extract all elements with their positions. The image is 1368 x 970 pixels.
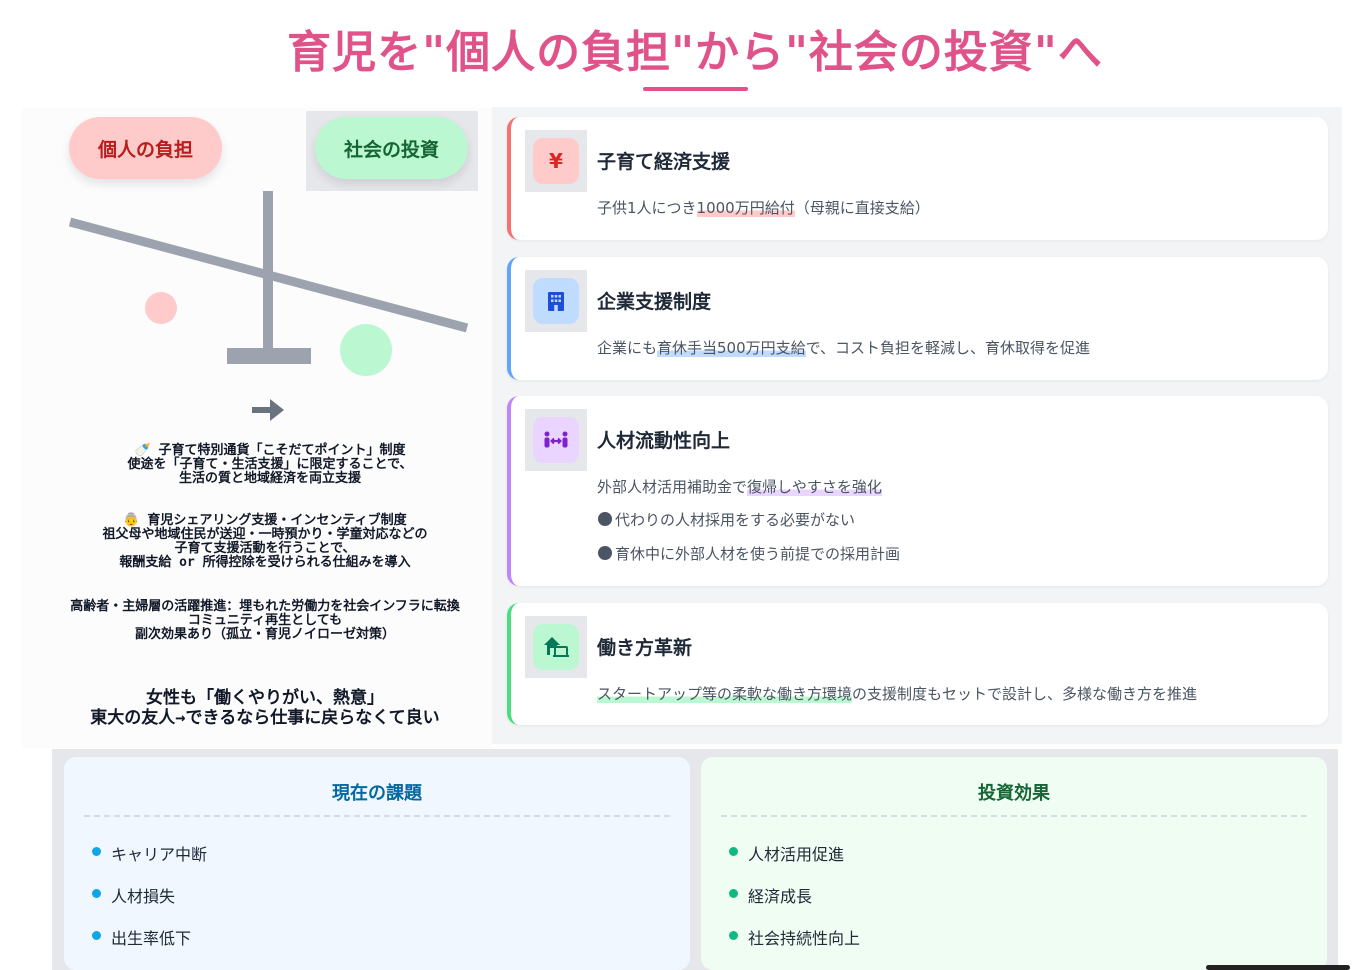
icon-frame	[525, 616, 587, 678]
note-line: 🍼 子育て特別通貨「こそだてポイント」制度	[134, 443, 406, 458]
personal-weight-circle	[145, 292, 177, 324]
note-line: 生活の質と地域経済を両立支援	[178, 471, 361, 486]
desc-text: （母親に直接支給）	[794, 199, 930, 217]
note-line: コミュニティ再生としても	[187, 613, 343, 628]
note-line: 報酬支給 or 所得控除を受けられる仕組みを導入	[119, 555, 411, 570]
card-description: 子供1人につき1000万円給付（母親に直接支給）	[597, 197, 930, 218]
list-item: 人材活用促進	[729, 841, 860, 883]
home-work-icon	[533, 624, 579, 670]
desc-highlight: スタートアップ等の柔軟な働き方環境	[597, 685, 853, 703]
desc-highlight: 育休手当500万円支給	[657, 339, 806, 357]
list-item-label: 経済成長	[748, 887, 813, 906]
card-title: 企業支援制度	[597, 291, 712, 313]
balance-scale-illustration	[68, 191, 469, 376]
yen-icon: ¥	[533, 138, 579, 184]
note-line: 東大の友人→できるなら仕事に戻らなくて良い	[90, 708, 440, 728]
investment-effects-box: 投資効果 人材活用促進 経済成長 社会持続性向上	[701, 757, 1327, 970]
social-investment-pill: 社会の投資	[315, 117, 468, 179]
page-title: 育児を"個人の負担"から"社会の投資"へ	[287, 27, 1103, 78]
effects-title: 投資効果	[978, 783, 1050, 804]
bullet-dot-icon	[729, 847, 738, 856]
icon-frame: ¥	[525, 130, 587, 192]
social-weight-circle	[340, 324, 392, 376]
note-childcare-currency: 🍼 子育て特別通貨「こそだてポイント」制度 使途を「子育て・生活支援」に限定する…	[60, 444, 480, 486]
scale-base	[227, 348, 311, 364]
note-line: 使途を「子育て・生活支援」に限定することで、	[127, 457, 413, 472]
building-icon	[533, 278, 579, 324]
note-line: 祖父母や地域住民が送迎・一時預かり・学童対応などの	[102, 527, 428, 542]
list-item-label: 出生率低下	[111, 929, 192, 948]
list-item: 社会持続性向上	[729, 925, 860, 967]
list-item: キャリア中断	[92, 841, 207, 883]
measure-card-work-style: 働き方革新 スタートアップ等の柔軟な働き方環境の支援制度もセットで設計し、多様な…	[507, 603, 1328, 725]
measure-card-economic-support: ¥ 子育て経済支援 子供1人につき1000万円給付（母親に直接支給）	[507, 117, 1328, 240]
list-item-label: 人材損失	[111, 887, 176, 906]
desc-highlight: 1000万円給付	[696, 199, 795, 217]
divider	[721, 815, 1307, 817]
issues-title: 現在の課題	[332, 783, 422, 804]
arrow-right-icon	[252, 399, 284, 421]
note-line: 👵 育児シェアリング支援・インセンティブ制度	[123, 513, 407, 528]
bullet-dot-icon	[598, 546, 612, 560]
bullet-dot-icon	[598, 512, 612, 526]
measure-card-corporate-support: 企業支援制度 企業にも育休手当500万円支給で、コスト負担を軽減し、育休取得を促…	[507, 257, 1328, 380]
people-arrows-icon	[533, 417, 579, 463]
card-bullet: 育休中に外部人材を使う前提での採用計画	[597, 543, 900, 564]
bullet-dot-icon	[92, 931, 101, 940]
bullet-dot-icon	[92, 889, 101, 898]
desc-text: で、コスト負担を軽減し、育休取得を促進	[805, 339, 1091, 357]
bullet-dot-icon	[729, 931, 738, 940]
card-description: 外部人材活用補助金で復帰しやすさを強化	[597, 476, 882, 497]
desc-text: の支援制度もセットで設計し、多様な働き方を推進	[852, 685, 1198, 703]
list-item: 出生率低下	[92, 925, 207, 967]
bullet-text: 育休中に外部人材を使う前提での採用計画	[615, 545, 901, 563]
list-item-label: 人材活用促進	[748, 845, 845, 864]
desc-text: 企業にも	[597, 339, 658, 357]
note-line: 女性も「働くやりがい、熱意」	[146, 688, 384, 708]
current-issues-box: 現在の課題 キャリア中断 人材損失 出生率低下	[64, 757, 690, 970]
horizontal-scrollbar[interactable]	[1206, 965, 1350, 970]
card-bullet: 代わりの人材採用をする必要がない	[597, 509, 855, 530]
desc-text: 子供1人につき	[597, 199, 697, 217]
card-description: 企業にも育休手当500万円支給で、コスト負担を軽減し、育休取得を促進	[597, 337, 1090, 358]
note-line: 高齢者・主婦層の活躍推進：埋もれた労働力を社会インフラに転換	[70, 599, 460, 614]
personal-burden-pill: 個人の負担	[69, 117, 222, 179]
card-title: 働き方革新	[597, 637, 693, 659]
note-elderly-homemakers: 高齢者・主婦層の活躍推進：埋もれた労働力を社会インフラに転換 コミュニティ再生と…	[30, 600, 500, 642]
note-women-motivation: 女性も「働くやりがい、熱意」 東大の友人→できるなら仕事に戻らなくて良い	[40, 688, 490, 728]
bullet-dot-icon	[92, 847, 101, 856]
icon-frame	[525, 409, 587, 471]
list-item: 経済成長	[729, 883, 860, 925]
note-line: 子育て支援活動を行うことで、	[174, 541, 356, 556]
bullet-text: 代わりの人材採用をする必要がない	[615, 511, 856, 529]
bullet-dot-icon	[729, 889, 738, 898]
issues-list: キャリア中断 人材損失 出生率低下	[92, 841, 207, 967]
list-item-label: 社会持続性向上	[748, 929, 861, 948]
list-item: 人材損失	[92, 883, 207, 925]
effects-list: 人材活用促進 経済成長 社会持続性向上	[729, 841, 860, 967]
desc-highlight: 復帰しやすさを強化	[747, 478, 882, 496]
measure-card-talent-mobility: 人材流動性向上 外部人材活用補助金で復帰しやすさを強化 代わりの人材採用をする必…	[507, 396, 1328, 586]
note-childcare-sharing: 👵 育児シェアリング支援・インセンティブ制度 祖父母や地域住民が送迎・一時預かり…	[40, 514, 490, 570]
divider	[84, 815, 670, 817]
note-line: 副次効果あり（孤立・育児ノイローゼ対策）	[134, 627, 395, 642]
desc-text: 外部人材活用補助金で	[597, 478, 748, 496]
card-title: 子育て経済支援	[597, 151, 731, 173]
card-title: 人材流動性向上	[597, 430, 731, 452]
card-description: スタートアップ等の柔軟な働き方環境の支援制度もセットで設計し、多様な働き方を推進	[597, 683, 1197, 704]
icon-frame	[525, 270, 587, 332]
title-underline	[643, 87, 748, 91]
list-item-label: キャリア中断	[111, 845, 208, 864]
